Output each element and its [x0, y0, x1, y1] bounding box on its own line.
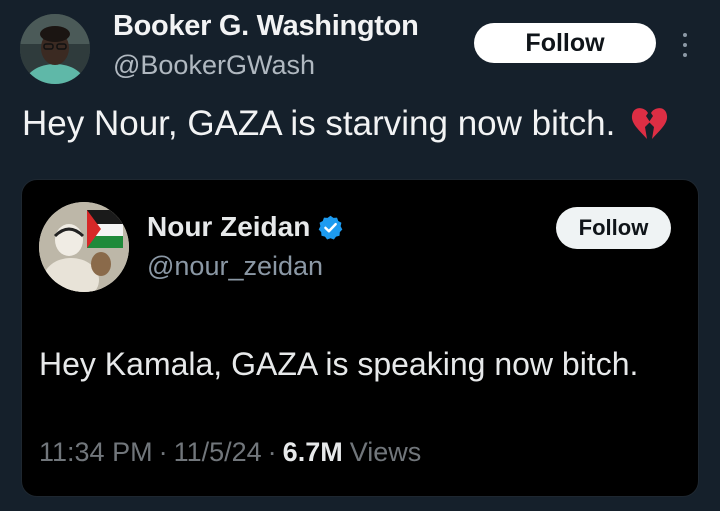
tweet-text: Hey Nour, GAZA is starving now bitch. [22, 104, 616, 143]
author-handle[interactable]: @BookerGWash [113, 50, 315, 81]
tweet-date[interactable]: 11/5/24 [174, 437, 262, 468]
quoted-author-handle[interactable]: @nour_zeidan [147, 251, 323, 282]
broken-heart-icon [632, 108, 668, 139]
verified-badge-icon [319, 215, 343, 240]
more-options-icon[interactable] [680, 33, 690, 57]
author-name[interactable]: Booker G. Washington [113, 10, 419, 43]
quoted-author-row: Nour Zeidan [147, 211, 344, 243]
meta-separator: · [158, 437, 168, 467]
quoted-tweet-text: Hey Kamala, GAZA is speaking now bitch. [39, 346, 639, 382]
views-count: 6.7M [282, 437, 343, 467]
views-label: Views [349, 437, 422, 467]
quoted-follow-button[interactable]: Follow [556, 207, 671, 249]
quoted-author-name[interactable]: Nour Zeidan [147, 211, 310, 243]
tweet-text-row: Hey Nour, GAZA is starving now bitch. [22, 104, 669, 144]
quoted-author-avatar[interactable] [39, 202, 129, 292]
quoted-tweet-meta: 11:34 PM · 11/5/24 · 6.7M Views [39, 437, 421, 468]
author-avatar[interactable] [20, 14, 90, 84]
follow-button[interactable]: Follow [474, 23, 656, 63]
meta-separator: · [267, 437, 277, 467]
tweet-time[interactable]: 11:34 PM [39, 437, 153, 468]
quoted-tweet-card[interactable]: Nour Zeidan @nour_zeidan Follow Hey Kama… [21, 179, 699, 497]
